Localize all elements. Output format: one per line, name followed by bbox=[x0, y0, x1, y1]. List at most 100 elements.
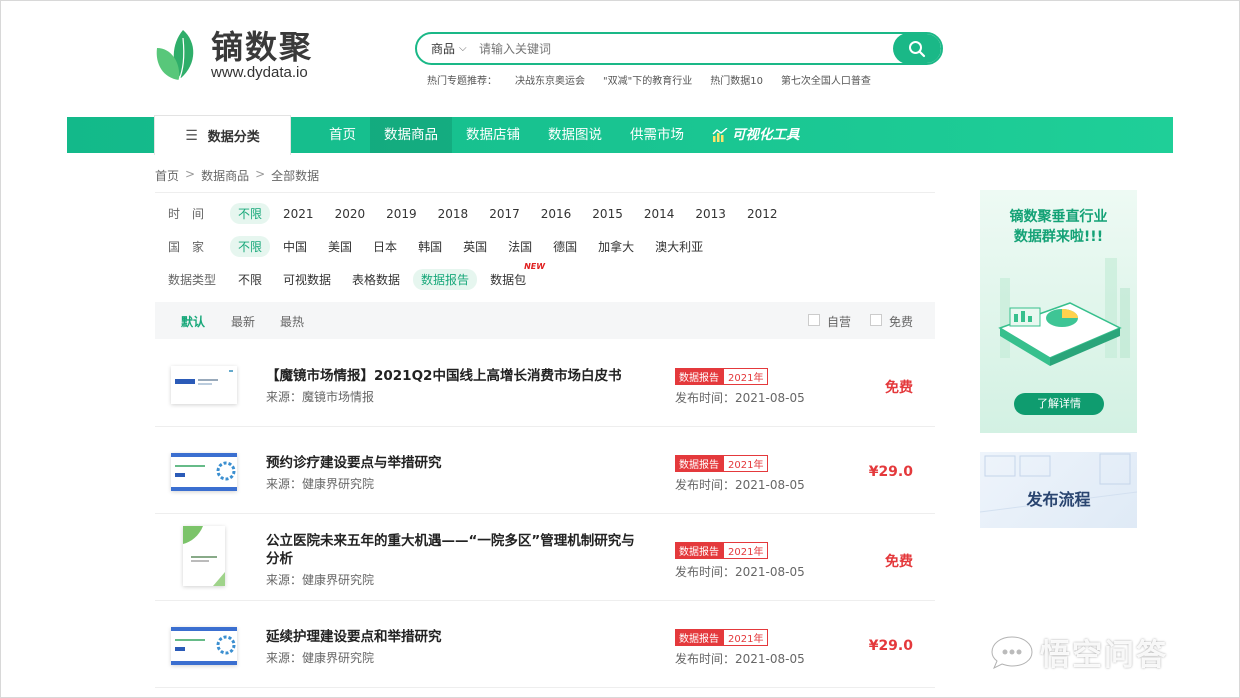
list-item[interactable]: 延续护理建设要点和举措研究 来源：健康界研究院 数据报告 2021年 发布时间：… bbox=[155, 601, 935, 688]
filter-option[interactable]: 2012 bbox=[739, 205, 786, 223]
hot-topics: 热门专题推荐： 决战东京奥运会 "双减"下的教育行业 热门数据10 第七次全国人… bbox=[427, 72, 871, 87]
filter-option[interactable]: 2018 bbox=[430, 205, 477, 223]
learn-more-button[interactable]: 了解详情 bbox=[1014, 393, 1104, 415]
item-source: 来源：健康界研究院 bbox=[266, 573, 375, 587]
category-menu-button[interactable]: ☰ 数据分类 bbox=[154, 115, 291, 155]
filter-option[interactable]: 数据报告 bbox=[413, 269, 478, 290]
filter-label: 国 家 bbox=[168, 240, 205, 254]
filter-option[interactable]: 可视数据 bbox=[275, 269, 339, 290]
filter-option[interactable]: 2016 bbox=[533, 205, 580, 223]
filter-label: 时 间 bbox=[168, 207, 205, 221]
filter-option[interactable]: 表格数据 bbox=[344, 269, 408, 290]
type-badge: 数据报告 bbox=[675, 455, 723, 472]
watermark-text: 悟空问答 bbox=[1040, 638, 1168, 673]
breadcrumb-separator: > bbox=[255, 167, 266, 181]
search-button[interactable] bbox=[893, 34, 941, 63]
watermark: 悟空问答 bbox=[990, 630, 1168, 674]
banner-subline: 数据群来啦!!! bbox=[1013, 229, 1104, 245]
item-date: 发布时间：2021-08-05 bbox=[675, 652, 805, 666]
item-date: 发布时间：2021-08-05 bbox=[675, 565, 805, 579]
breadcrumb-item: 全部数据 bbox=[271, 169, 320, 183]
type-badge: 数据报告 bbox=[675, 368, 723, 385]
nav-item-viz-tools[interactable]: 可视化工具 bbox=[698, 117, 814, 153]
nav-item-data-graphics[interactable]: 数据图说 bbox=[534, 117, 616, 153]
divider bbox=[155, 192, 935, 193]
filter-option[interactable]: 不限 bbox=[230, 203, 271, 224]
filter-option[interactable]: 2017 bbox=[481, 205, 528, 223]
list-item[interactable]: 公立医院未来五年的重大机遇——“一院多区”管理机制研究与分析 来源：健康界研究院… bbox=[155, 514, 935, 601]
search-category-select[interactable]: 商品 ⌵ bbox=[417, 40, 479, 57]
item-source: 来源：健康界研究院 bbox=[266, 651, 375, 665]
site-logo[interactable]: 镝数聚 www.dydata.io bbox=[153, 28, 313, 82]
filter-option[interactable]: 2013 bbox=[687, 205, 734, 223]
filter-option[interactable]: 不限 bbox=[230, 269, 270, 290]
publish-process-banner[interactable]: 发布流程 bbox=[980, 452, 1137, 528]
item-price: 免费 bbox=[885, 554, 913, 570]
filter-option[interactable]: 中国 bbox=[275, 236, 315, 257]
filter-option[interactable]: 2021 bbox=[275, 205, 322, 223]
sort-hottest[interactable]: 最热 bbox=[280, 313, 304, 330]
search-bar: 商品 ⌵ bbox=[415, 32, 943, 65]
nav-item-market[interactable]: 供需市场 bbox=[616, 117, 698, 153]
category-menu-label: 数据分类 bbox=[207, 130, 260, 145]
filter-option[interactable]: 德国 bbox=[545, 236, 585, 257]
nav-item-data-stores[interactable]: 数据店铺 bbox=[452, 117, 534, 153]
item-date: 发布时间：2021-08-05 bbox=[675, 478, 805, 492]
filter-option[interactable]: 2019 bbox=[378, 205, 425, 223]
item-source: 来源：魔镜市场情报 bbox=[266, 390, 375, 404]
chevron-down-icon: ⌵ bbox=[459, 43, 467, 54]
promo-banner[interactable]: 镝数聚垂直行业 数据群来啦!!! 了解详情 bbox=[980, 190, 1137, 433]
nav-item-home[interactable]: 首页 bbox=[315, 117, 370, 153]
banner-title: 发布流程 bbox=[1026, 490, 1091, 509]
report-thumbnail[interactable] bbox=[171, 366, 237, 404]
nav-viz-tools-label: 可视化工具 bbox=[732, 127, 800, 143]
report-thumbnail[interactable] bbox=[171, 453, 237, 491]
item-price: ¥29.0 bbox=[868, 464, 913, 480]
list-item[interactable]: 预约诊疗建设要点与举措研究 来源：健康界研究院 数据报告 2021年 发布时间：… bbox=[155, 427, 935, 514]
hot-topic-link[interactable]: 热门数据10 bbox=[710, 72, 763, 87]
list-item[interactable]: 【魔镜市场情报】2021Q2中国线上高增长消费市场白皮书 来源：魔镜市场情报 数… bbox=[155, 340, 935, 427]
filter-option[interactable]: 日本 bbox=[365, 236, 405, 257]
breadcrumb: 首页 > 数据商品 > 全部数据 bbox=[155, 167, 319, 184]
leaf-logo-icon bbox=[153, 28, 201, 82]
filter-label: 数据类型 bbox=[168, 273, 217, 287]
search-category-label: 商品 bbox=[431, 42, 456, 56]
breadcrumb-item[interactable]: 首页 bbox=[155, 167, 179, 184]
filter-option[interactable]: 法国 bbox=[500, 236, 540, 257]
hot-topic-link[interactable]: "双减"下的教育行业 bbox=[603, 72, 692, 87]
item-price: ¥29.0 bbox=[868, 638, 913, 654]
filter-option[interactable]: 美国 bbox=[320, 236, 360, 257]
search-input[interactable] bbox=[479, 34, 893, 63]
report-thumbnail[interactable] bbox=[183, 526, 225, 586]
breadcrumb-item[interactable]: 数据商品 bbox=[201, 167, 249, 184]
hot-topic-link[interactable]: 第七次全国人口普查 bbox=[781, 72, 871, 87]
filter-option[interactable]: 澳大利亚 bbox=[647, 236, 711, 257]
nav-item-data-products[interactable]: 数据商品 bbox=[370, 117, 452, 153]
filter-option[interactable]: 2020 bbox=[327, 205, 374, 223]
item-date: 发布时间：2021-08-05 bbox=[675, 391, 805, 405]
main-nav: ☰ 数据分类 首页 数据商品 数据店铺 数据图说 供需市场 可视化工具 bbox=[67, 115, 1173, 155]
type-badge: 数据报告 bbox=[675, 629, 723, 646]
sort-default[interactable]: 默认 bbox=[181, 313, 205, 330]
item-title[interactable]: 【魔镜市场情报】2021Q2中国线上高增长消费市场白皮书 bbox=[266, 367, 646, 385]
item-title[interactable]: 延续护理建设要点和举措研究 bbox=[266, 628, 646, 646]
year-badge: 2021年 bbox=[723, 368, 769, 385]
filter-option[interactable]: 韩国 bbox=[410, 236, 450, 257]
item-title[interactable]: 预约诊疗建设要点与举措研究 bbox=[266, 454, 646, 472]
filter-option[interactable]: 2014 bbox=[636, 205, 683, 223]
filter-time: 时 间 不限 2021 2020 2019 2018 2017 2016 201… bbox=[168, 203, 790, 224]
item-title[interactable]: 公立医院未来五年的重大机遇——“一院多区”管理机制研究与分析 bbox=[266, 532, 646, 568]
free-checkbox[interactable] bbox=[870, 314, 882, 326]
filter-option[interactable]: 数据包 NEW bbox=[482, 262, 545, 290]
hot-topic-link[interactable]: 决战东京奥运会 bbox=[515, 72, 585, 87]
year-badge: 2021年 bbox=[723, 629, 769, 646]
filter-option[interactable]: 英国 bbox=[455, 236, 495, 257]
filter-option[interactable]: 不限 bbox=[230, 236, 271, 257]
filter-option[interactable]: 2015 bbox=[584, 205, 631, 223]
free-label: 免费 bbox=[889, 315, 914, 329]
self-run-checkbox[interactable] bbox=[808, 314, 820, 326]
menu-icon: ☰ bbox=[185, 127, 198, 144]
sort-latest[interactable]: 最新 bbox=[231, 313, 255, 330]
report-thumbnail[interactable] bbox=[171, 627, 237, 665]
filter-option[interactable]: 加拿大 bbox=[590, 236, 642, 257]
